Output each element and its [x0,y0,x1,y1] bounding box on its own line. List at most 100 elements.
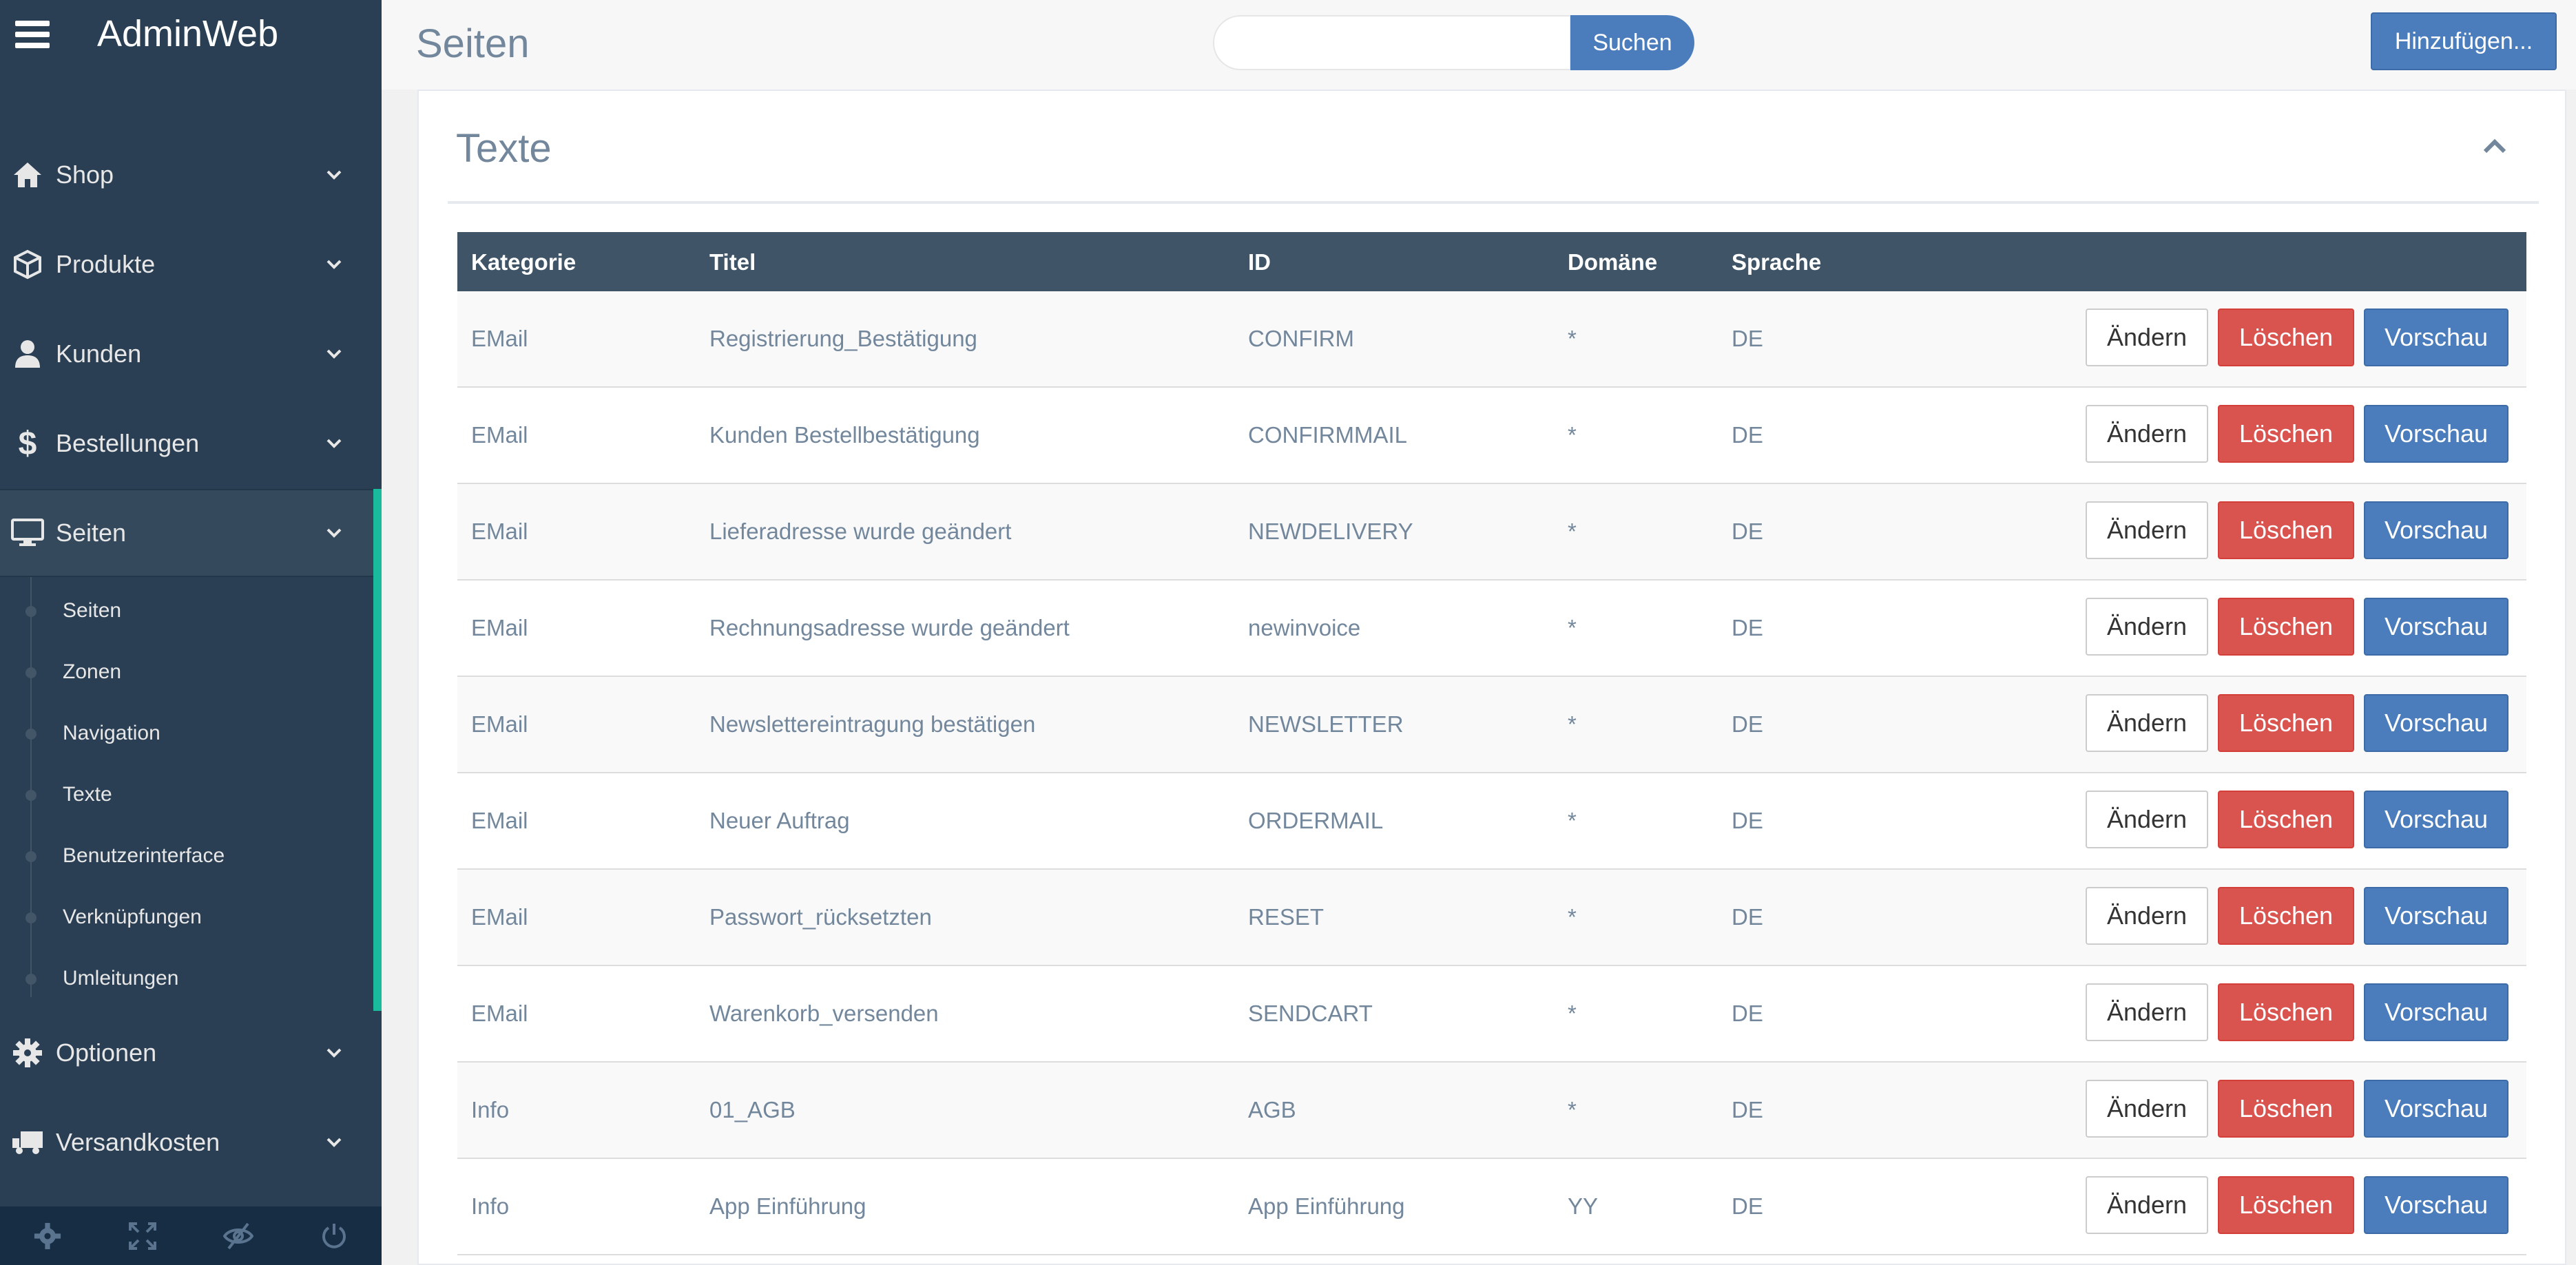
cell-id: NEWDELIVERY [1248,519,1413,544]
edit-button[interactable]: Ändern [2086,598,2208,656]
search-button[interactable]: Suchen [1570,15,1694,70]
sidebar-item-versandkosten[interactable]: Versandkosten [0,1098,382,1186]
delete-button[interactable]: Löschen [2218,887,2354,945]
edit-button[interactable]: Ändern [2086,1176,2208,1234]
power-icon[interactable] [287,1206,382,1265]
search-input[interactable] [1213,15,1571,70]
bullet-icon [25,790,37,801]
sidebar-footer [0,1206,382,1265]
delete-button[interactable]: Löschen [2218,309,2354,366]
delete-button[interactable]: Löschen [2218,501,2354,559]
cell-titel: Warenkorb_versenden [709,1001,939,1026]
cell-sprache: DE [1732,615,1763,640]
submenu-item-navigation[interactable]: Navigation [0,707,372,762]
cell-titel: Newslettereintragung bestätigen [709,711,1036,737]
sidebar-item-optionen[interactable]: Optionen [0,1009,382,1097]
submenu-item-label: Verknüpfungen [63,906,202,928]
delete-button[interactable]: Löschen [2218,791,2354,848]
preview-button[interactable]: Vorschau [2364,791,2509,848]
desktop-icon [11,516,44,550]
preview-button[interactable]: Vorschau [2364,887,2509,945]
preview-button[interactable]: Vorschau [2364,983,2509,1041]
cell-sprache: DE [1732,326,1763,351]
cell-titel: Neuer Auftrag [709,808,850,833]
cell-domaene: * [1568,615,1577,640]
cell-domaene: YY [1568,1193,1599,1219]
edit-button[interactable]: Ändern [2086,501,2208,559]
cell-sprache: DE [1732,519,1763,544]
fullscreen-icon[interactable] [95,1206,190,1265]
home-icon [11,158,44,191]
bullet-icon [25,851,37,862]
table-row: EMail Lieferadresse wurde geändert NEWDE… [457,484,2526,581]
edit-button[interactable]: Ändern [2086,791,2208,848]
menu-toggle-icon[interactable] [15,21,50,48]
edit-button[interactable]: Ändern [2086,1080,2208,1138]
submenu-item-seiten[interactable]: Seiten [0,584,372,639]
sidebar-item-label: Produkte [56,250,156,278]
cell-sprache: DE [1732,422,1763,448]
submenu-item-zonen[interactable]: Zonen [0,645,372,700]
cell-kategorie: Info [471,1193,510,1219]
edit-button[interactable]: Ändern [2086,309,2208,366]
cell-sprache: DE [1732,711,1763,737]
bullet-icon [25,912,37,923]
column-header-kategorie[interactable]: Kategorie [471,249,576,275]
table-row: EMail Neuer Auftrag ORDERMAIL * DE Änder… [457,773,2526,870]
table-row: EMail Kunden Bestellbestätigung CONFIRMM… [457,388,2526,484]
page-title: Seiten [416,21,530,66]
sidebar-item-produkte[interactable]: Produkte [0,220,382,309]
preview-button[interactable]: Vorschau [2364,1080,2509,1138]
divider [448,201,2539,204]
column-header-sprache[interactable]: Sprache [1732,249,1821,275]
delete-button[interactable]: Löschen [2218,405,2354,463]
cell-sprache: DE [1732,1001,1763,1026]
cell-kategorie: EMail [471,422,528,448]
column-header-id[interactable]: ID [1248,249,1271,275]
preview-button[interactable]: Vorschau [2364,405,2509,463]
delete-button[interactable]: Löschen [2218,694,2354,752]
sidebar-item-seiten[interactable]: Seiten [0,489,382,577]
sidebar-item-shop[interactable]: Shop [0,131,382,219]
delete-button[interactable]: Löschen [2218,598,2354,656]
sidebar-item-label: Optionen [56,1038,157,1067]
preview-button[interactable]: Vorschau [2364,598,2509,656]
chevron-down-icon [324,254,344,275]
submenu-item-umleitungen[interactable]: Umleitungen [0,952,372,1007]
edit-button[interactable]: Ändern [2086,694,2208,752]
submenu-item-label: Navigation [63,722,160,744]
delete-button[interactable]: Löschen [2218,1176,2354,1234]
submenu-item-texte[interactable]: Texte [0,768,372,823]
settings-icon[interactable] [0,1206,95,1265]
delete-button[interactable]: Löschen [2218,983,2354,1041]
preview-button[interactable]: Vorschau [2364,694,2509,752]
submenu-item-label: Umleitungen [63,967,179,990]
sidebar-item-bestellungen[interactable]: $ Bestellungen [0,399,382,488]
sidebar-item-label: Kunden [56,339,142,368]
submenu-item-benutzerinterface[interactable]: Benutzerinterface [0,829,372,884]
edit-button[interactable]: Ändern [2086,887,2208,945]
add-button[interactable]: Hinzufügen... [2371,12,2557,70]
edit-button[interactable]: Ändern [2086,983,2208,1041]
column-header-domaene[interactable]: Domäne [1568,249,1657,275]
cell-titel: 01_AGB [709,1097,796,1122]
preview-button[interactable]: Vorschau [2364,309,2509,366]
cell-domaene: * [1568,904,1577,930]
preview-button[interactable]: Vorschau [2364,1176,2509,1234]
column-header-titel[interactable]: Titel [709,249,756,275]
eye-slash-icon[interactable] [191,1206,286,1265]
sidebar-item-label: Seiten [56,519,127,547]
cell-titel: App Einführung [709,1193,866,1219]
cell-domaene: * [1568,808,1577,833]
chevron-up-icon[interactable] [2482,136,2510,157]
brand-title: AdminWeb [97,13,279,54]
cell-domaene: * [1568,422,1577,448]
sidebar-item-kunden[interactable]: Kunden [0,310,382,398]
cell-id: NEWSLETTER [1248,711,1404,737]
truck-icon [11,1126,44,1159]
edit-button[interactable]: Ändern [2086,405,2208,463]
cell-kategorie: Info [471,1097,510,1122]
submenu-item-verknuepfungen[interactable]: Verknüpfungen [0,890,372,945]
delete-button[interactable]: Löschen [2218,1080,2354,1138]
preview-button[interactable]: Vorschau [2364,501,2509,559]
